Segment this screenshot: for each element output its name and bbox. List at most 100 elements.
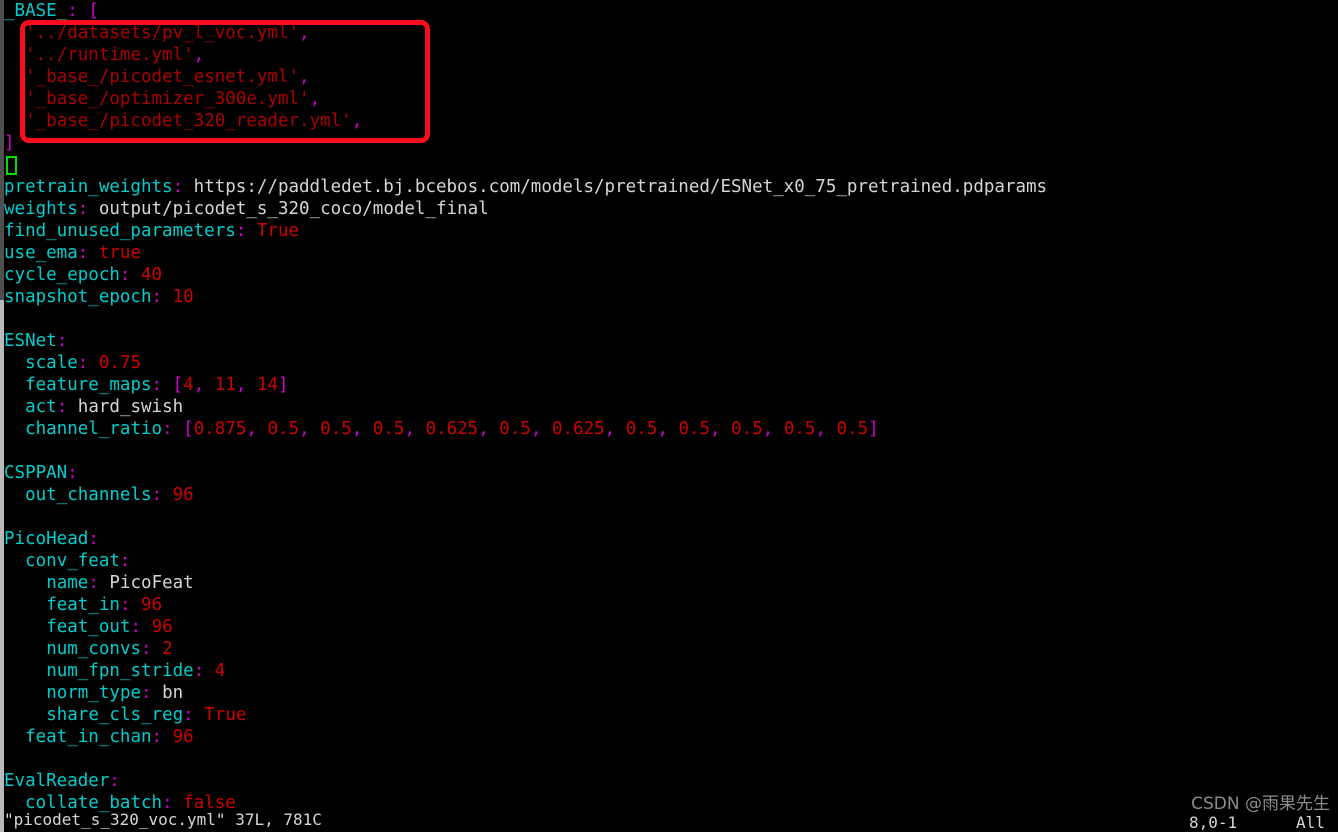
text-cursor (6, 156, 17, 175)
code-token: , (246, 419, 268, 439)
code-token: , (193, 375, 215, 395)
code-token: 0.5 (678, 419, 711, 439)
code-token: output/picodet_s_320_coco/model_final (88, 199, 489, 219)
code-token: 96 (151, 617, 173, 637)
code-token: EvalReader (4, 771, 110, 791)
code-token: 0.75 (98, 353, 142, 373)
code-token: true (98, 243, 142, 263)
code-token: bn (151, 683, 184, 703)
code-token: ] (868, 419, 879, 439)
code-token: : (141, 683, 152, 703)
status-scroll-indicator: All (1296, 813, 1325, 832)
code-token: : (235, 221, 247, 241)
code-token: 96 (141, 595, 163, 615)
code-token: https://paddledet.bj.bcebos.com/models/p… (183, 177, 1048, 197)
code-token: name (46, 573, 89, 593)
code-token: True (204, 705, 247, 725)
code-line: out_channels: 96 (4, 484, 1338, 506)
code-token: 40 (141, 265, 163, 285)
code-token: True (256, 221, 300, 241)
code-token: : (162, 419, 173, 439)
code-token: ] (4, 133, 15, 153)
code-line: share_cls_reg: True (4, 704, 1338, 726)
code-token: share_cls_reg (46, 705, 184, 725)
code-token: feat_in_chan (25, 727, 152, 747)
code-token: 0.5 (731, 419, 763, 439)
code-token: CSPPAN (4, 463, 68, 483)
code-token: , (193, 45, 205, 65)
code-line: snapshot_epoch: 10 (4, 286, 1338, 308)
code-token: [ (172, 375, 184, 395)
code-token: , (235, 375, 257, 395)
code-token: 0.625 (551, 419, 605, 439)
code-line: PicoHead: (4, 528, 1338, 550)
code-token: 4 (214, 661, 226, 681)
code-token: [ (183, 419, 194, 439)
code-token: 0.5 (320, 419, 352, 439)
code-token: 96 (172, 727, 194, 747)
code-token: : (119, 595, 131, 615)
code-line: feat_in: 96 (4, 594, 1338, 616)
code-line: feat_in_chan: 96 (4, 726, 1338, 748)
code-token: 0.625 (425, 419, 479, 439)
status-cursor-position: 8,0-1 (1189, 813, 1238, 832)
code-token: weights (4, 199, 78, 219)
code-token: 10 (172, 287, 194, 307)
code-line: EvalReader: (4, 770, 1338, 792)
code-line: use_ema: true (4, 242, 1338, 264)
code-token: feat_out (46, 617, 131, 637)
code-token: pretrain_weights (4, 177, 173, 197)
code-token: '../datasets/pv_l_voc.yml' (25, 23, 300, 43)
code-line: pretrain_weights: https://paddledet.bj.b… (4, 176, 1338, 198)
code-token: , (762, 419, 784, 439)
code-token: : (141, 639, 152, 659)
code-token: , (404, 419, 426, 439)
code-token: , (604, 419, 626, 439)
terminal-window: _BASE_: ['../datasets/pv_l_voc.yml', '../… (0, 0, 1338, 832)
code-line: num_convs: 2 (4, 638, 1338, 660)
code-token: : (88, 529, 99, 549)
code-token: : (151, 287, 163, 307)
vim-text-buffer[interactable]: _BASE_: ['../datasets/pv_l_voc.yml', '../… (4, 0, 1338, 832)
code-token: : (77, 353, 89, 373)
code-token: , (351, 419, 373, 439)
code-line: '_base_/picodet_esnet.yml', (4, 66, 1338, 88)
code-token: hard_swish (67, 397, 184, 417)
code-token: scale (25, 353, 78, 373)
code-token: find_unused_parameters (4, 221, 236, 241)
code-line: '../datasets/pv_l_voc.yml', (4, 22, 1338, 44)
code-line: name: PicoFeat (4, 572, 1338, 594)
code-line: feature_maps: [4, 11, 14] (4, 374, 1338, 396)
code-token: , (530, 419, 552, 439)
code-token: 14 (256, 375, 279, 395)
code-token: ESNet (4, 331, 57, 351)
code-token: channel_ratio (25, 419, 163, 439)
code-line: weights: output/picodet_s_320_coco/model… (4, 198, 1338, 220)
code-token: '_base_/picodet_320_reader.yml' (25, 111, 352, 131)
code-line: '_base_/picodet_320_reader.yml', (4, 110, 1338, 132)
status-file-info: "picodet_s_320_voc.yml" 37L, 781C (4, 810, 322, 829)
code-token: 11 (214, 375, 236, 395)
code-token: : (151, 727, 163, 747)
code-token: out_channels (25, 485, 152, 505)
code-token: 0.5 (625, 419, 658, 439)
code-token: conv_feat (25, 551, 120, 571)
code-token: feature_maps (25, 375, 152, 395)
code-token: : (119, 551, 131, 571)
code-token: 96 (172, 485, 194, 505)
code-token: num_convs (46, 639, 142, 659)
code-token: PicoFeat (98, 573, 194, 593)
code-token: 0.5 (267, 419, 300, 439)
